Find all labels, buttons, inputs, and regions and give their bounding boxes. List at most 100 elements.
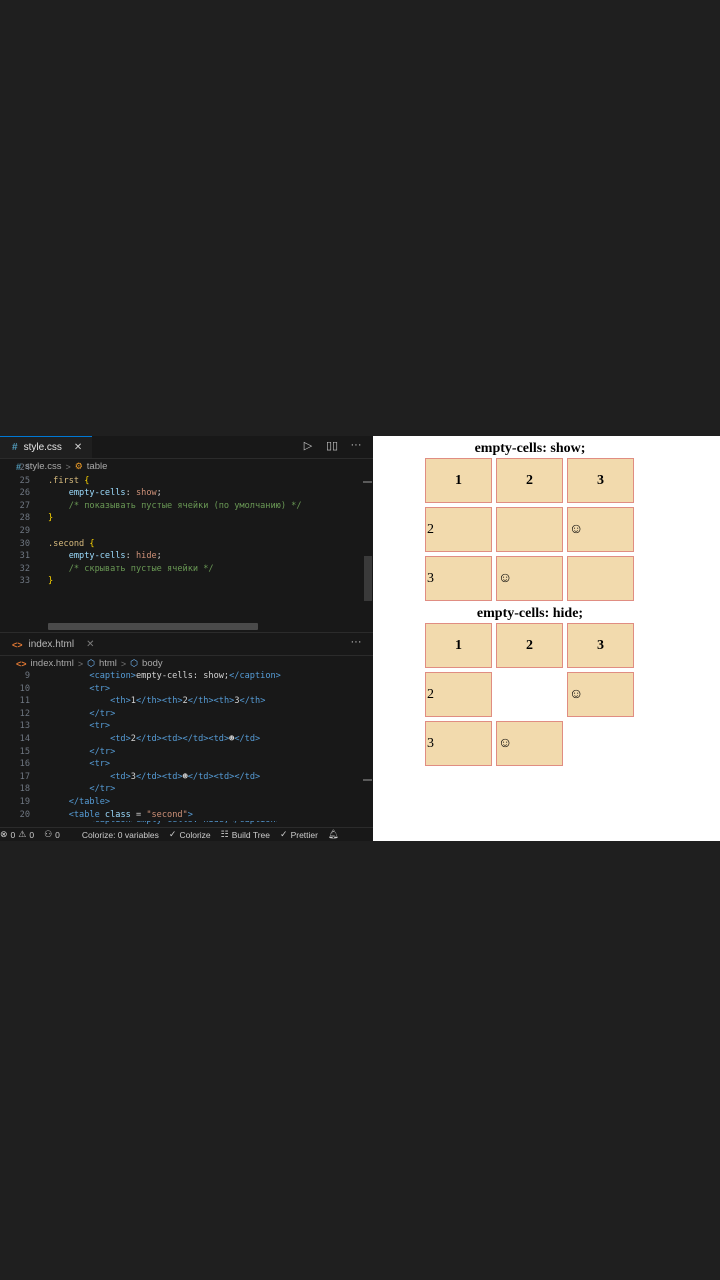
code-line[interactable]: 15 </tr> — [0, 746, 373, 759]
table-caption: empty-cells: hide; — [476, 606, 584, 621]
code-token: <td> — [48, 733, 131, 744]
code-token: ; — [156, 551, 162, 562]
line-content: .first { — [48, 475, 89, 488]
code-area-html[interactable]: 9 <caption>empty-cells: show;</caption> 1… — [0, 670, 373, 821]
smiley-cell: ☺ — [496, 556, 563, 601]
code-token: = — [130, 809, 147, 820]
code-token: </th><th> — [135, 696, 183, 707]
line-number: 28 — [19, 513, 30, 524]
code-token: hide — [135, 551, 157, 562]
header-cell: 2 — [496, 623, 563, 668]
code-token: <td> — [48, 771, 131, 782]
line-number: 10 — [19, 683, 30, 694]
code-line[interactable]: 11 <th>1</th><th>2</th><th>3</th> — [0, 695, 373, 708]
code-line[interactable]: 20 <table class = "second"> — [0, 809, 373, 822]
line-number: 29 — [19, 525, 30, 536]
line-content: </tr> — [48, 783, 115, 796]
status-bar: ⊗ 0 ⚠ 0 ⚇ 0 Colorize: 0 variables ✓ Colo… — [0, 827, 373, 841]
prettier-label: Prettier — [290, 829, 318, 840]
code-token: <caption> — [48, 671, 136, 681]
line-number: 31 — [19, 551, 30, 562]
code-line[interactable]: 26 empty-cells: show; — [0, 487, 373, 500]
code-line[interactable]: 13 <tr> — [0, 720, 373, 733]
css-file-icon: # — [12, 442, 18, 453]
build-tree-label: Build Tree — [231, 829, 271, 840]
tab-label: index.html — [28, 639, 75, 650]
double-check-icon: ✓ — [280, 829, 288, 839]
code-line[interactable]: 25 .first { — [0, 475, 373, 488]
line-content: <td>2</td><td></td><td>☻</td> — [48, 733, 260, 746]
empty-cell — [496, 507, 563, 552]
ports-indicator[interactable]: ⚇ 0 — [44, 829, 60, 840]
colorize-button[interactable]: ✓ Colorize — [169, 829, 211, 840]
close-icon[interactable]: ✕ — [86, 639, 94, 650]
code-line[interactable]: 9 <caption>empty-cells: show;</caption> — [0, 670, 373, 683]
code-line[interactable]: 31 empty-cells: hide; — [0, 550, 373, 563]
header-cell: 3 — [567, 623, 634, 668]
code-line[interactable]: 17 <td>3</td><td>☻</td><td></td> — [0, 771, 373, 784]
breadcrumb-file[interactable]: index.html — [31, 658, 74, 669]
code-token: > — [187, 809, 193, 820]
element-icon: ⬡ — [87, 658, 95, 668]
line-content: /* скрывать пустые ячейки */ — [48, 563, 214, 576]
line-number: 14 — [19, 733, 30, 744]
data-cell: 3 — [425, 556, 492, 601]
line-content: <th>1</th><th>2</th><th>3</th> — [48, 695, 265, 708]
code-line[interactable]: 16 <tr> — [0, 758, 373, 771]
code-line[interactable]: 29 — [0, 525, 373, 538]
notifications-icon[interactable]: 🔔︎ — [328, 829, 339, 840]
more-actions-icon[interactable]: ··· — [349, 636, 363, 648]
code-token: ; — [156, 488, 162, 499]
code-token: </table> — [48, 796, 111, 807]
horizontal-scrollbar[interactable] — [48, 623, 258, 630]
code-line[interactable]: 14 <td>2</td><td></td><td>☻</td> — [0, 733, 373, 746]
code-area-css[interactable]: 24 25 .first {26 empty-cells: show; 27 /* п… — [0, 462, 373, 588]
code-token: </caption> — [229, 671, 281, 681]
tab-index-html[interactable]: <> index.html ✕ — [0, 633, 105, 655]
line-number: 27 — [19, 500, 30, 511]
code-line[interactable]: 24 — [0, 462, 373, 475]
line-content: <table class = "second"> — [48, 809, 193, 822]
breadcrumb-body[interactable]: body — [142, 658, 163, 669]
line-content: <tr> — [48, 758, 110, 771]
error-count: 0 — [10, 829, 16, 840]
code-line[interactable]: 33} — [0, 575, 373, 588]
code-line[interactable]: 12 </tr> — [0, 708, 373, 721]
code-line[interactable]: 19 </table> — [0, 796, 373, 809]
code-line[interactable]: 30 .second { — [0, 538, 373, 551]
code-line[interactable]: 32 /* скрывать пустые ячейки */ — [0, 563, 373, 576]
colorize-variables[interactable]: Colorize: 0 variables — [82, 830, 159, 840]
code-line[interactable]: 10 <tr> — [0, 683, 373, 696]
code-token: .second — [48, 538, 90, 549]
build-tree-button[interactable]: ☷ Build Tree — [221, 829, 270, 840]
prettier-button[interactable]: ✓ Prettier — [280, 829, 318, 840]
code-line[interactable]: 28} — [0, 512, 373, 525]
browser-preview: empty-cells: show; 1 2 3 2 ☺ 3 ☺ empty-c… — [373, 436, 720, 841]
code-token: </th><th> — [187, 696, 235, 707]
code-line[interactable]: 18 </tr> — [0, 783, 373, 796]
code-token: <tr> — [48, 759, 111, 770]
line-number: 11 — [19, 696, 30, 707]
code-token: </td><td></td> — [187, 771, 261, 782]
code-token: empty-cells: show; — [135, 671, 230, 681]
line-number: 26 — [19, 488, 30, 499]
line-content: </tr> — [48, 708, 115, 721]
editor-actions: ▷ ▯▯ ··· — [301, 439, 363, 452]
problems-indicator[interactable]: ⊗ 0 ⚠ 0 — [0, 829, 34, 840]
close-icon[interactable]: ✕ — [74, 442, 82, 453]
line-number: 25 — [19, 475, 30, 486]
ports-count: 0 — [55, 829, 60, 840]
tab-style-css[interactable]: # style.css ✕ — [0, 436, 93, 458]
breadcrumb-html[interactable]: html — [99, 658, 117, 669]
code-token: </tr> — [48, 784, 116, 795]
vertical-scrollbar[interactable] — [364, 556, 372, 601]
run-icon[interactable]: ▷ — [301, 439, 315, 452]
line-content: } — [48, 575, 53, 588]
split-editor-icon[interactable]: ▯▯ — [325, 439, 339, 452]
scroll-marker — [363, 779, 372, 781]
more-actions-icon[interactable]: ··· — [349, 439, 363, 452]
smiley-cell: ☺ — [496, 721, 563, 766]
code-line[interactable]: 27 /* показывать пустые ячейки (по умолч… — [0, 500, 373, 513]
line-content: <td>3</td><td>☻</td><td></td> — [48, 771, 260, 784]
tree-icon: ☷ — [220, 829, 229, 839]
